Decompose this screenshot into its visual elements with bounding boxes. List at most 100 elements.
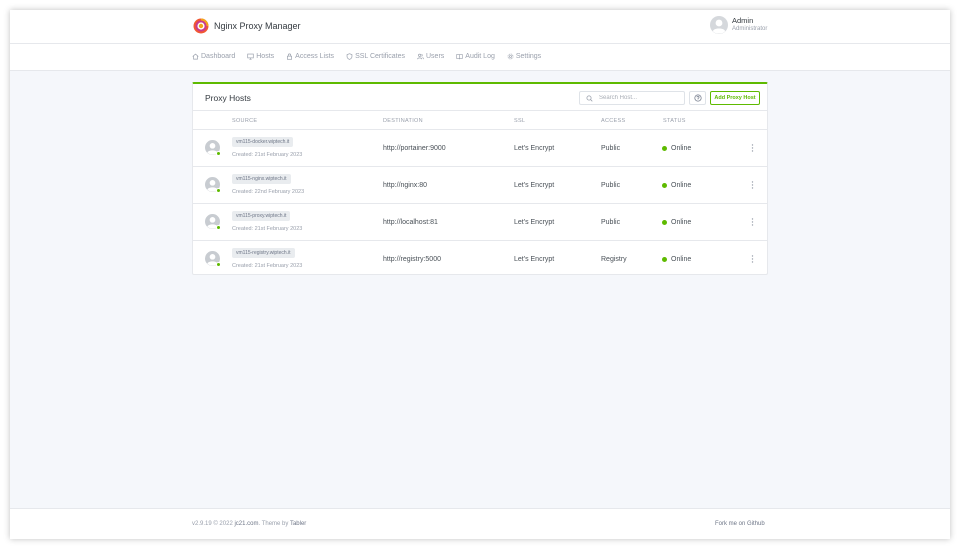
add-proxy-host-button[interactable]: Add Proxy Host [710, 91, 760, 105]
nav-label: Audit Log [465, 53, 495, 60]
host-avatar [205, 214, 221, 230]
row-menu-button[interactable] [749, 179, 755, 191]
home-icon [192, 53, 199, 60]
domain-badge[interactable]: vm115-nginx.wiptech.it [232, 174, 291, 184]
nav-label: Settings [515, 53, 542, 60]
nav-item-hosts[interactable]: Hosts [247, 53, 274, 60]
version-text: v2.9.19 © 2022 [192, 521, 233, 527]
app-title: Nginx Proxy Manager [214, 21, 301, 31]
online-indicator [216, 151, 221, 156]
status-dot [662, 183, 667, 188]
lock-icon [287, 53, 293, 60]
ssl-provider: Let's Encrypt [514, 145, 555, 152]
access-list: Public [601, 145, 621, 152]
domain-badge[interactable]: vm115-docker.wiptech.it [232, 137, 294, 147]
search-input[interactable] [599, 95, 683, 101]
nav-item-settings[interactable]: Settings [507, 53, 541, 60]
search-box[interactable] [579, 91, 685, 105]
created-date: Created: 22nd February 2023 [232, 189, 305, 195]
user-name: Admin [732, 16, 754, 25]
nav-list: Dashboard Hosts Access Lists SSL Certifi… [192, 53, 553, 60]
status-text: Online [671, 256, 692, 263]
status-text: Online [671, 182, 692, 189]
status-text: Online [671, 145, 692, 152]
access-list: Registry [601, 256, 627, 263]
theme-text: . Theme by [258, 521, 289, 527]
footer: v2.9.19 © 2022 jc21.com. Theme by Tabler… [10, 508, 950, 539]
author-link[interactable]: jc21.com [234, 521, 258, 527]
table-row[interactable]: vm115-nginx.wiptech.it Created: 22nd Feb… [193, 167, 767, 204]
column-header-status: STATUS [663, 118, 686, 124]
host-avatar [205, 140, 221, 156]
top-header: Nginx Proxy Manager Admin Administrator [10, 10, 950, 44]
destination: http://nginx:80 [383, 182, 427, 189]
ssl-provider: Let's Encrypt [514, 219, 555, 226]
search-icon [586, 95, 593, 102]
gear-icon [507, 53, 514, 60]
row-menu-button[interactable] [749, 253, 755, 265]
more-vertical-icon [751, 255, 753, 263]
card-header: Proxy Hosts Add Proxy Host [193, 84, 767, 111]
table-row[interactable]: vm115-docker.wiptech.it Created: 21st Fe… [193, 130, 767, 167]
more-vertical-icon [751, 181, 753, 189]
user-role: Administrator [732, 26, 768, 32]
proxy-hosts-card: Proxy Hosts Add Proxy Host SOURCE DESTIN… [192, 82, 768, 275]
nav-item-audit-log[interactable]: Audit Log [456, 53, 495, 60]
destination: http://registry:5000 [383, 256, 441, 263]
table-row[interactable]: vm115-registry.wiptech.it Created: 21st … [193, 241, 767, 278]
nav-label: Hosts [256, 53, 275, 60]
user-avatar [710, 16, 728, 34]
card-title: Proxy Hosts [205, 93, 251, 103]
host-avatar [205, 251, 221, 267]
shield-icon [346, 53, 353, 60]
nav-label: Dashboard [201, 53, 236, 60]
domain-badge[interactable]: vm115-registry.wiptech.it [232, 248, 295, 258]
book-icon [456, 54, 463, 60]
nav-item-users[interactable]: Users [417, 53, 444, 60]
brand[interactable]: Nginx Proxy Manager [193, 18, 301, 34]
access-list: Public [601, 219, 621, 226]
users-icon [417, 53, 424, 60]
column-header-access: ACCESS [601, 118, 626, 124]
ssl-provider: Let's Encrypt [514, 182, 555, 189]
column-header-destination: DESTINATION [383, 118, 423, 124]
tabler-link[interactable]: Tabler [290, 521, 306, 527]
online-indicator [216, 225, 221, 230]
access-list: Public [601, 182, 621, 189]
status-text: Online [671, 219, 692, 226]
online-indicator [216, 262, 221, 267]
main-nav: Dashboard Hosts Access Lists SSL Certifi… [10, 44, 950, 71]
nav-item-ssl-certificates[interactable]: SSL Certificates [346, 53, 405, 60]
table-header: SOURCE DESTINATION SSL ACCESS STATUS [193, 111, 767, 130]
created-date: Created: 21st February 2023 [232, 263, 303, 269]
domain-badge[interactable]: vm115-proxy.wiptech.it [232, 211, 291, 221]
created-date: Created: 21st February 2023 [232, 226, 303, 232]
github-link[interactable]: Fork me on Github [715, 521, 765, 527]
nav-label: Access Lists [295, 53, 335, 60]
host-avatar [205, 177, 221, 193]
column-header-source: SOURCE [232, 118, 258, 124]
nav-label: SSL Certificates [355, 53, 405, 60]
row-menu-button[interactable] [749, 216, 755, 228]
status-dot [662, 220, 667, 225]
status-dot [662, 257, 667, 262]
user-info: Admin Administrator [732, 16, 767, 34]
created-date: Created: 21st February 2023 [232, 152, 303, 158]
status-dot [662, 146, 667, 151]
more-vertical-icon [751, 144, 753, 152]
help-button[interactable] [689, 91, 706, 105]
row-menu-button[interactable] [749, 142, 755, 154]
more-vertical-icon [751, 218, 753, 226]
nav-item-dashboard[interactable]: Dashboard [192, 53, 235, 60]
destination: http://portainer:9000 [383, 145, 446, 152]
table-row[interactable]: vm115-proxy.wiptech.it Created: 21st Feb… [193, 204, 767, 241]
nav-item-access-lists[interactable]: Access Lists [286, 53, 334, 60]
monitor-icon [247, 53, 254, 60]
nav-label: Users [426, 53, 445, 60]
footer-credits: v2.9.19 © 2022 jc21.com. Theme by Tabler [192, 521, 306, 527]
user-menu[interactable]: Admin Administrator [710, 16, 767, 34]
ssl-provider: Let's Encrypt [514, 256, 555, 263]
online-indicator [216, 188, 221, 193]
column-header-ssl: SSL [514, 118, 526, 124]
app-window: Nginx Proxy Manager Admin Administrator … [10, 10, 950, 539]
